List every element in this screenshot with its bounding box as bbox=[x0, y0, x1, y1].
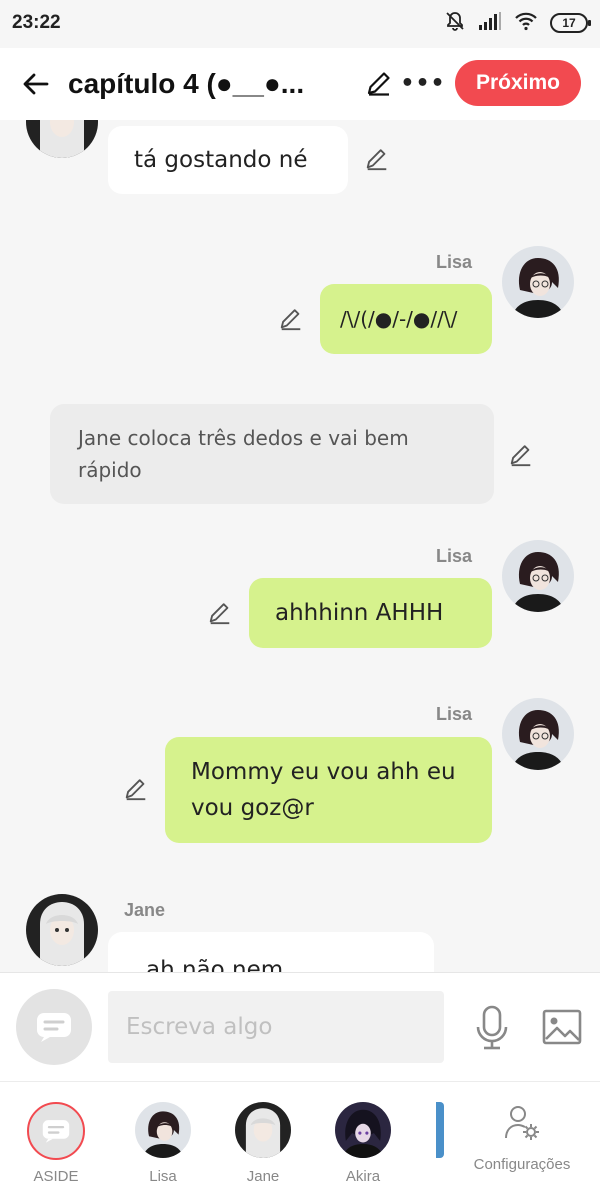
message-bubble[interactable]: tá gostando né bbox=[108, 126, 348, 194]
user-settings-icon bbox=[505, 1106, 539, 1140]
status-bar: 23:22 17 bbox=[0, 0, 600, 48]
narration-text: Jane coloca três dedos e vai bem rápido bbox=[78, 426, 409, 482]
edit-message-button[interactable] bbox=[276, 304, 306, 334]
more-characters-indicator[interactable] bbox=[436, 1102, 444, 1158]
lisa-avatar[interactable] bbox=[502, 246, 574, 318]
speaker-name: Jane bbox=[124, 900, 166, 920]
pencil-icon bbox=[280, 309, 301, 331]
edit-message-button[interactable] bbox=[205, 598, 235, 628]
character-label: ASIDE bbox=[33, 1168, 79, 1185]
aside-avatar bbox=[27, 1102, 85, 1160]
jane-avatar bbox=[235, 1102, 291, 1158]
pencil-icon bbox=[510, 445, 531, 467]
message-bubble[interactable]: ah não nem bbox=[108, 932, 434, 972]
voice-button[interactable] bbox=[470, 1003, 514, 1053]
pencil-icon bbox=[367, 72, 390, 96]
jane-avatar[interactable] bbox=[26, 894, 98, 966]
akira-avatar bbox=[335, 1102, 391, 1158]
edit-message-button[interactable] bbox=[121, 774, 151, 804]
lisa-avatar[interactable] bbox=[502, 698, 574, 770]
chapter-header: capítulo 4 (●__●... ••• Próximo bbox=[0, 48, 600, 120]
message-input-bar bbox=[0, 972, 600, 1082]
wifi-icon bbox=[514, 11, 538, 35]
status-icons: 17 bbox=[444, 10, 591, 36]
message-text: tá gostando né bbox=[134, 147, 308, 173]
chat-bubble-icon bbox=[42, 1120, 70, 1143]
narration-bubble[interactable]: Jane coloca três dedos e vai bem rápido bbox=[50, 404, 494, 504]
character-bar: ASIDE Lisa Jane Akira Configurações bbox=[0, 1082, 600, 1200]
battery-icon: 17 bbox=[550, 13, 591, 33]
status-time: 23:22 bbox=[12, 12, 61, 33]
more-options-button[interactable]: ••• bbox=[400, 66, 444, 100]
next-chapter-button[interactable]: Próximo bbox=[455, 60, 581, 106]
settings-button[interactable]: Configurações bbox=[466, 1104, 596, 1184]
character-label: Jane bbox=[246, 1168, 280, 1185]
chapter-title[interactable]: capítulo 4 (●__●... bbox=[68, 68, 350, 100]
message-text: ahhhinn AHHH bbox=[275, 600, 444, 626]
message-text: /\/(/●/-/●//\/ bbox=[340, 307, 458, 331]
message-text: Mommy eu vou ahh eu vou goz@r bbox=[191, 759, 456, 821]
edit-message-button[interactable] bbox=[362, 144, 392, 174]
speaker-name: Lisa bbox=[436, 704, 473, 724]
message-input[interactable] bbox=[108, 991, 444, 1063]
pencil-icon bbox=[366, 149, 387, 171]
message-bubble[interactable]: Mommy eu vou ahh eu vou goz@r bbox=[165, 737, 492, 843]
more-dots-icon: ••• bbox=[400, 70, 446, 96]
image-button[interactable] bbox=[540, 1005, 584, 1049]
signal-icon bbox=[478, 11, 502, 35]
character-label: Lisa bbox=[149, 1168, 177, 1185]
jane-avatar[interactable] bbox=[26, 120, 98, 158]
settings-label: Configurações bbox=[473, 1156, 571, 1173]
message-bubble[interactable]: /\/(/●/-/●//\/ bbox=[320, 284, 492, 354]
pencil-icon bbox=[209, 603, 230, 625]
lisa-avatar bbox=[135, 1102, 191, 1158]
aside-mode-button[interactable] bbox=[16, 989, 92, 1065]
lisa-avatar[interactable] bbox=[502, 540, 574, 612]
back-arrow-icon bbox=[23, 73, 49, 95]
speaker-name: Lisa bbox=[436, 546, 473, 566]
edit-title-button[interactable] bbox=[362, 66, 396, 100]
chat-bubble-icon bbox=[37, 1013, 71, 1042]
back-button[interactable] bbox=[16, 64, 56, 104]
character-jane[interactable]: Jane bbox=[222, 1102, 302, 1192]
speaker-name: Lisa bbox=[436, 252, 473, 272]
image-icon bbox=[542, 1009, 582, 1045]
character-lisa[interactable]: Lisa bbox=[122, 1102, 202, 1192]
character-label: Akira bbox=[345, 1168, 381, 1185]
message-text: ah não nem bbox=[146, 957, 284, 972]
notifications-off-icon bbox=[444, 10, 466, 36]
message-bubble[interactable]: ahhhinn AHHH bbox=[249, 578, 492, 648]
character-aside[interactable]: ASIDE bbox=[22, 1102, 102, 1192]
edit-message-button[interactable] bbox=[506, 440, 536, 470]
pencil-icon bbox=[125, 779, 146, 801]
character-akira[interactable]: Akira bbox=[322, 1102, 402, 1192]
microphone-icon bbox=[476, 1005, 508, 1050]
chat-area[interactable]: tá gostando né Lisa /\/(/●/-/●//\/ Jane … bbox=[0, 120, 600, 972]
